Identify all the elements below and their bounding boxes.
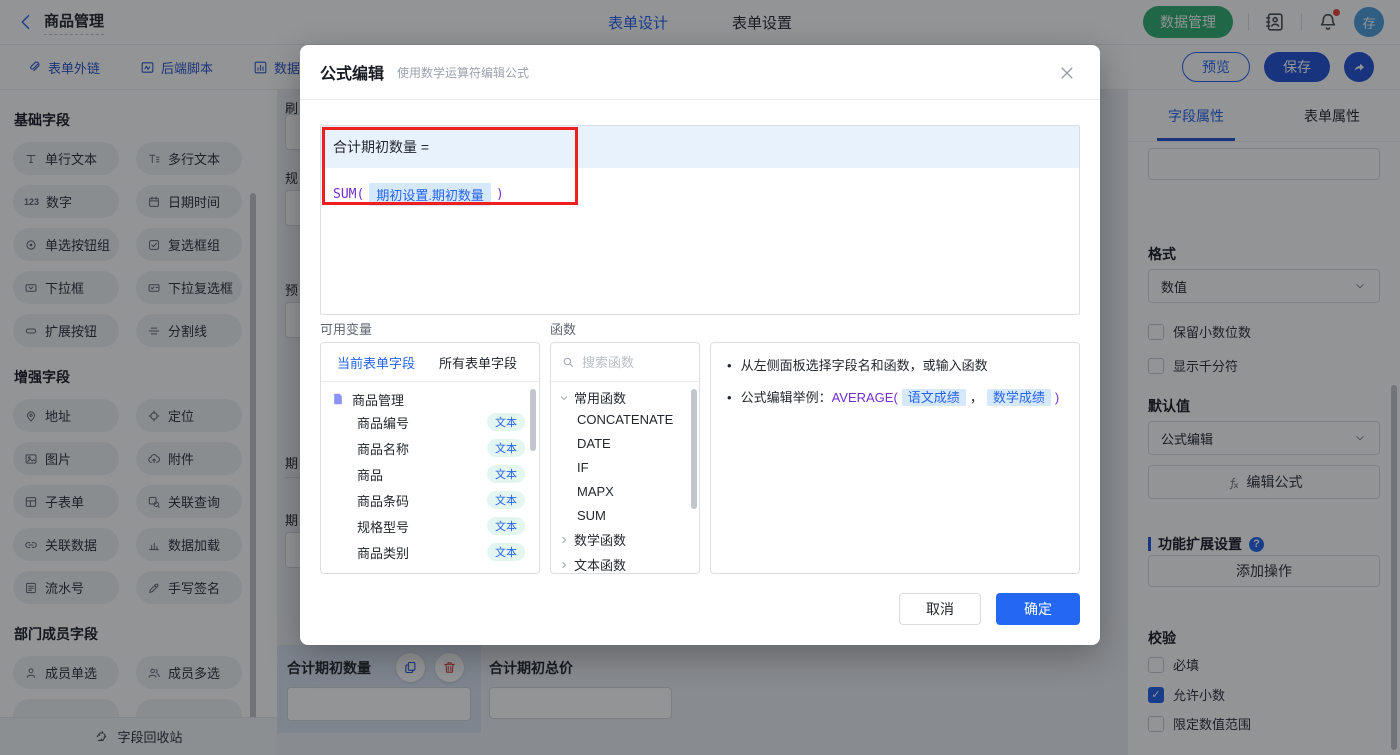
function-item[interactable]: SUM — [551, 503, 699, 527]
type-badge: 文本 — [487, 465, 525, 483]
function-group-common[interactable]: 常用函数 — [551, 382, 699, 407]
function-group-math[interactable]: 数学函数 — [551, 527, 699, 552]
chevron-right-icon — [558, 534, 570, 546]
variable-row[interactable]: 商品类别 文本 — [321, 539, 539, 565]
type-badge: 文本 — [487, 491, 525, 509]
type-badge: 文本 — [487, 413, 525, 431]
formula-edit-modal: 公式编辑 使用数学运算符编辑公式 合计期初数量 = SUM( 期初设置.期初数量… — [300, 45, 1100, 645]
tab-all-form-fields[interactable]: 所有表单字段 — [439, 353, 517, 372]
variables-panel: 当前表单字段 所有表单字段 商品管理 商品编号 文本 商品名称 文本 商品 文本 商品… — [320, 342, 540, 574]
modal-subtitle: 使用数学运算符编辑公式 — [397, 65, 530, 80]
formula-target-strip: 合计期初数量 = — [321, 126, 1079, 168]
chevron-right-icon — [558, 559, 570, 571]
functions-label: 函数 — [550, 322, 577, 337]
confirm-button[interactable]: 确定 — [996, 593, 1080, 625]
functions-panel: 常用函数 CONCATENATE DATE IF MAPX SUM 数学函数 文… — [550, 342, 700, 574]
example-token: 语文成绩 — [901, 389, 966, 406]
variable-row[interactable]: 商品条码 文本 — [321, 487, 539, 513]
type-badge: 文本 — [487, 517, 525, 535]
variable-row[interactable]: 商品 文本 — [321, 461, 539, 487]
example-token: 数学成绩 — [986, 389, 1051, 406]
function-search-input[interactable] — [582, 354, 682, 370]
formula-expression[interactable]: SUM( 期初设置.期初数量 ) — [333, 183, 1067, 206]
document-icon — [331, 392, 345, 406]
variable-row[interactable]: 商品编号 文本 — [321, 409, 539, 435]
help-panel: • 从左侧面板选择字段名和函数，或输入函数 • 公式编辑举例：AVERAGE(语… — [710, 342, 1080, 574]
function-item[interactable]: DATE — [551, 431, 699, 455]
field-token[interactable]: 期初设置.期初数量 — [369, 183, 491, 206]
function-item[interactable]: MAPX — [551, 479, 699, 503]
example-function-name: AVERAGE( — [831, 390, 898, 405]
formula-editor[interactable]: 合计期初数量 = SUM( 期初设置.期初数量 ) — [320, 125, 1080, 315]
search-icon — [561, 355, 575, 369]
close-icon[interactable] — [1058, 64, 1076, 82]
type-badge: 文本 — [487, 439, 525, 457]
function-group-text[interactable]: 文本函数 — [551, 552, 699, 573]
closing-paren: ) — [495, 187, 504, 202]
modal-title: 公式编辑 — [320, 66, 385, 83]
function-item[interactable]: IF — [551, 455, 699, 479]
tab-current-form-fields[interactable]: 当前表单字段 — [337, 353, 415, 372]
type-badge: 文本 — [487, 543, 525, 561]
variables-scrollbar[interactable] — [530, 389, 536, 451]
function-name: SUM( — [333, 187, 365, 202]
cancel-button[interactable]: 取消 — [899, 593, 981, 625]
functions-scrollbar[interactable] — [691, 389, 697, 509]
function-item[interactable]: CONCATENATE — [551, 407, 699, 431]
help-line-2: • 公式编辑举例：AVERAGE(语文成绩，数学成绩) — [727, 389, 1060, 406]
variable-row[interactable]: 规格型号 文本 — [321, 513, 539, 539]
help-line-1: • 从左侧面板选择字段名和函数，或输入函数 — [727, 358, 988, 373]
chevron-down-icon — [558, 392, 570, 404]
tree-root-item[interactable]: 商品管理 — [321, 382, 539, 409]
variables-label: 可用变量 — [320, 322, 373, 337]
variable-row[interactable]: 商品名称 文本 — [321, 435, 539, 461]
